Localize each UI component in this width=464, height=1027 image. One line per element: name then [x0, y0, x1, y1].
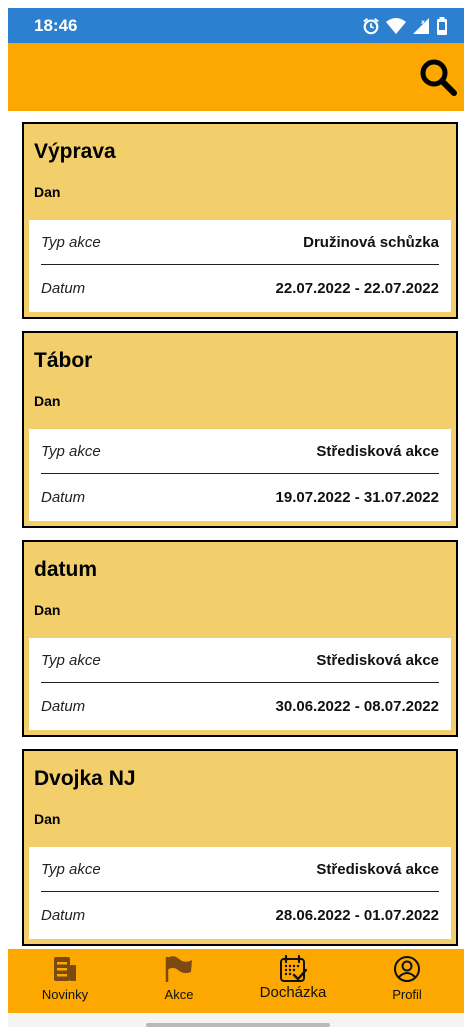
date-value: 19.07.2022 - 31.07.2022 — [275, 489, 439, 506]
date-label: Datum — [41, 698, 86, 715]
status-icons: x — [362, 16, 448, 35]
event-card[interactable]: datum Dan Typ akce Středisková akce Datu… — [22, 540, 458, 737]
gesture-handle[interactable] — [146, 1023, 330, 1027]
app-bar — [8, 43, 464, 111]
event-list[interactable]: Výprava Dan Typ akce Družinová schůzka D… — [8, 111, 464, 947]
date-label: Datum — [41, 907, 86, 924]
event-type-row: Typ akce Družinová schůzka — [41, 220, 439, 264]
type-value: Středisková akce — [316, 860, 439, 878]
date-value: 30.06.2022 - 08.07.2022 — [275, 698, 439, 715]
event-date-row: Datum 19.07.2022 - 31.07.2022 — [41, 473, 439, 521]
event-date-row: Datum 30.06.2022 - 08.07.2022 — [41, 682, 439, 730]
event-date-row: Datum 22.07.2022 - 22.07.2022 — [41, 264, 439, 312]
event-type-row: Typ akce Středisková akce — [41, 847, 439, 891]
nav-label: Akce — [164, 987, 194, 1002]
search-button[interactable] — [418, 57, 458, 97]
calendar-check-icon — [279, 955, 307, 983]
event-author: Dan — [34, 811, 61, 827]
date-label: Datum — [41, 489, 86, 506]
event-author: Dan — [34, 393, 61, 409]
gesture-area — [8, 1013, 464, 1027]
alarm-icon — [363, 17, 379, 34]
event-details: Typ akce Středisková akce Datum 28.06.20… — [29, 847, 451, 939]
event-details: Typ akce Středisková akce Datum 30.06.20… — [29, 638, 451, 730]
event-title: Výprava — [34, 140, 116, 163]
wifi-icon — [386, 17, 406, 34]
news-icon — [52, 955, 78, 983]
event-card[interactable]: Tábor Dan Typ akce Středisková akce Datu… — [22, 331, 458, 528]
type-value: Středisková akce — [316, 442, 439, 460]
nav-item-dochazka[interactable]: Docházka — [236, 949, 350, 1013]
event-details: Typ akce Středisková akce Datum 19.07.20… — [29, 429, 451, 521]
event-title: Tábor — [34, 349, 93, 372]
type-label: Typ akce — [41, 233, 101, 251]
event-author: Dan — [34, 184, 61, 200]
event-title: Dvojka NJ — [34, 767, 136, 790]
event-type-row: Typ akce Středisková akce — [41, 638, 439, 682]
type-value: Družinová schůzka — [303, 233, 439, 251]
signal-icon: x — [413, 17, 429, 34]
status-time: 18:46 — [34, 15, 78, 35]
type-label: Typ akce — [41, 651, 101, 669]
status-bar: 18:46 x — [8, 8, 464, 43]
nav-item-akce[interactable]: Akce — [122, 949, 236, 1013]
search-icon — [420, 59, 457, 96]
svg-text:x: x — [421, 19, 425, 26]
event-details: Typ akce Družinová schůzka Datum 22.07.2… — [29, 220, 451, 312]
type-value: Středisková akce — [316, 651, 439, 669]
battery-icon — [437, 16, 447, 35]
nav-label: Novinky — [41, 987, 89, 1002]
nav-label: Docházka — [259, 984, 327, 1001]
date-value: 22.07.2022 - 22.07.2022 — [275, 280, 439, 297]
nav-item-novinky[interactable]: Novinky — [8, 949, 122, 1013]
event-card[interactable]: Výprava Dan Typ akce Družinová schůzka D… — [22, 122, 458, 319]
type-label: Typ akce — [41, 442, 101, 460]
type-label: Typ akce — [41, 860, 101, 878]
date-value: 28.06.2022 - 01.07.2022 — [275, 907, 439, 924]
date-label: Datum — [41, 280, 86, 297]
event-author: Dan — [34, 602, 61, 618]
profile-icon — [393, 955, 421, 983]
event-type-row: Typ akce Středisková akce — [41, 429, 439, 473]
nav-label: Profil — [392, 987, 422, 1002]
event-date-row: Datum 28.06.2022 - 01.07.2022 — [41, 891, 439, 939]
event-title: datum — [34, 558, 97, 581]
flag-icon — [164, 955, 194, 983]
nav-item-profil[interactable]: Profil — [350, 949, 464, 1013]
event-card[interactable]: Dvojka NJ Dan Typ akce Středisková akce … — [22, 749, 458, 946]
bottom-navigation: Novinky Akce Docházka Profil — [8, 949, 464, 1013]
